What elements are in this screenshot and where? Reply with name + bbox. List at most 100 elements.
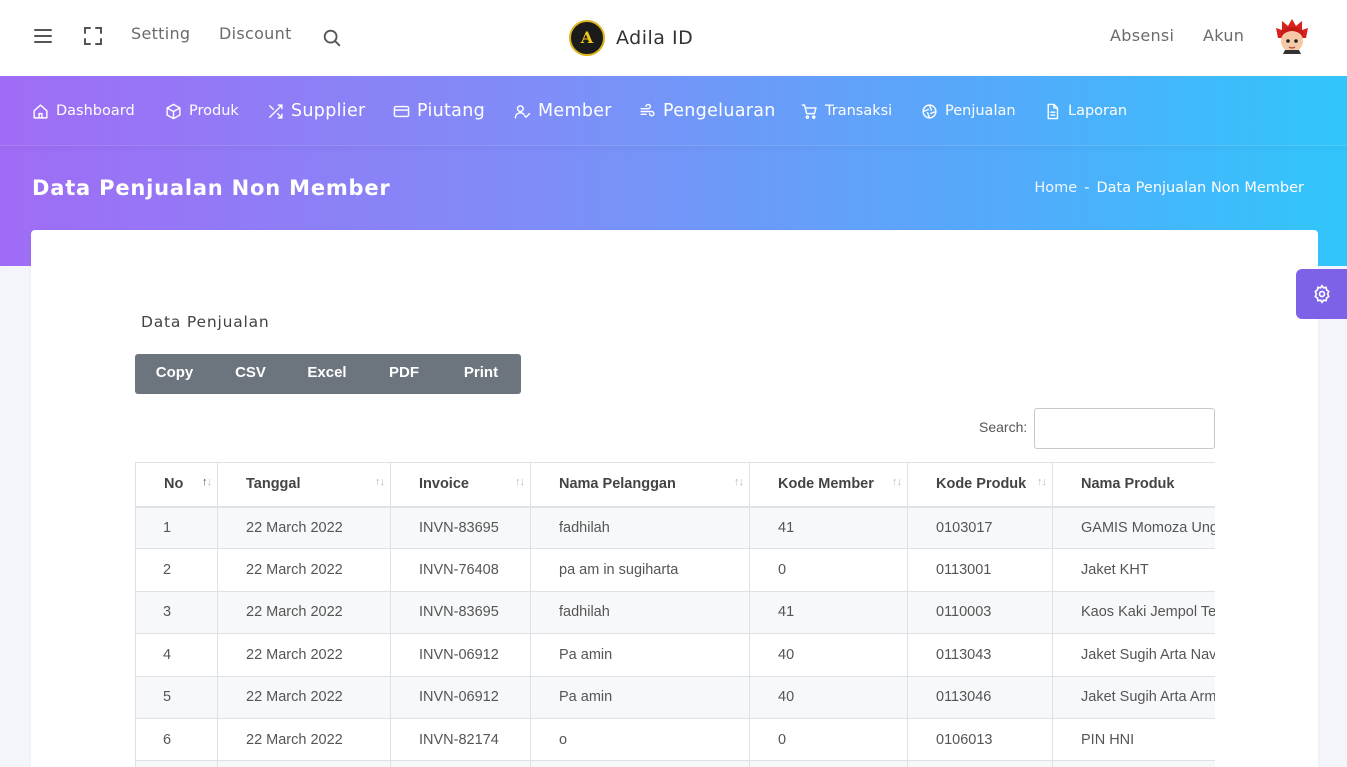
cell-nama-produk: Jaket KHT [1052,548,1215,592]
cell-invoice: INVN-83695 [390,505,531,550]
menu-icon[interactable] [31,24,55,48]
sort-icon: ↑↓ [734,476,744,488]
main-navbar: Dashboard Produk Supplier Piutang Member… [0,76,1347,146]
akun-link[interactable]: Akun [1203,26,1244,45]
breadcrumb-separator: - [1084,180,1090,196]
copy-button[interactable]: Copy [135,354,214,394]
cell-nama-pelanggan: Pa amin [530,633,750,677]
cell-nama-pelanggan: pa am in sugiharta [530,548,750,592]
absensi-link[interactable]: Absensi [1110,26,1174,45]
home-icon [33,103,48,119]
cell-invoice: INVN-76408 [390,548,531,592]
nav-piutang-label: Piutang [417,101,486,121]
print-button[interactable]: Print [441,354,521,394]
cell-nama-pelanggan [530,760,750,767]
col-header-kode-produk-label: Kode Produk [936,476,1027,493]
nav-transaksi-label: Transaksi [825,103,893,119]
nav-transaksi[interactable]: Transaksi [801,99,892,123]
cell-kode-member: 41 [749,505,908,550]
col-header-no-label: No [164,476,184,493]
table-row: 1 22 March 2022 INVN-83695 fadhilah 41 0… [135,505,1215,550]
search-label: Search: [979,419,1028,435]
settings-button[interactable] [1296,269,1347,319]
breadcrumb-home[interactable]: Home [1034,180,1077,196]
pdf-button[interactable]: PDF [367,354,441,394]
gear-icon [1313,284,1330,304]
col-header-invoice-label: Invoice [419,476,469,493]
table-row: 2 22 March 2022 INVN-76408 pa am in sugi… [135,548,1215,592]
sort-asc-icon: ↑↓ [202,476,212,488]
col-header-nama-pelanggan[interactable]: Nama Pelanggan ↑↓ [530,462,750,508]
cell-kode-member: 41 [749,590,908,635]
discount-link[interactable]: Discount [219,24,292,43]
cell-kode-produk: 0106013 [907,717,1053,762]
nav-piutang[interactable]: Piutang [393,99,485,123]
col-header-kode-member[interactable]: Kode Member ↑↓ [749,462,908,508]
sales-table: No ↑↓ Tanggal ↑↓ Invoice ↑↓ Nama Pelanggan ↑… [135,462,1215,767]
sort-icon: ↑↓ [375,476,385,488]
csv-button[interactable]: CSV [214,354,287,394]
cell-kode-produk [907,760,1053,767]
nav-dashboard-label: Dashboard [56,103,135,119]
nav-supplier[interactable]: Supplier [267,99,366,123]
col-header-nama-produk[interactable]: Nama Produk [1052,462,1215,508]
table-row [135,760,1215,767]
col-header-tanggal-label: Tanggal [246,476,301,493]
cell-kode-member: 0 [749,717,908,762]
top-bar: Setting Discount Adila ID Absensi Akun [0,0,1347,76]
col-header-invoice[interactable]: Invoice ↑↓ [390,462,531,508]
user-check-icon [514,104,531,119]
brand[interactable]: Adila ID [569,20,693,56]
nav-penjualan[interactable]: Penjualan [921,99,1016,123]
nav-pengeluaran[interactable]: Pengeluaran [639,99,776,123]
cell-no: 3 [135,590,218,635]
cell-kode-produk: 0113046 [907,675,1053,719]
col-header-tanggal[interactable]: Tanggal ↑↓ [217,462,391,508]
setting-link[interactable]: Setting [131,24,190,43]
cell-nama-produk: GAMIS Momoza Ungu [1052,505,1215,550]
nav-dashboard[interactable]: Dashboard [32,99,135,123]
cell-invoice: INVN-06912 [390,675,531,719]
col-header-no[interactable]: No ↑↓ [135,462,218,508]
avatar[interactable] [1274,18,1310,56]
table-row: 4 22 March 2022 INVN-06912 Pa amin 40 01… [135,633,1215,677]
search-input[interactable] [1034,408,1215,449]
cart-icon [801,103,817,119]
cell-kode-produk: 0103017 [907,505,1053,550]
cell-kode-member: 40 [749,633,908,677]
table-row: 5 22 March 2022 INVN-06912 Pa amin 40 01… [135,675,1215,719]
shuffle-icon [269,103,283,119]
cell-nama-produk: Jaket Sugih Arta Army [1052,675,1215,719]
cell-tanggal [217,760,391,767]
cell-no: 2 [135,548,218,592]
search-icon[interactable] [321,27,345,51]
nav-laporan[interactable]: Laporan [1044,99,1127,123]
table-header-row: No ↑↓ Tanggal ↑↓ Invoice ↑↓ Nama Pelanggan ↑… [135,462,1215,508]
cell-invoice: INVN-83695 [390,590,531,635]
cell-no: 5 [135,675,218,719]
excel-button[interactable]: Excel [287,354,367,394]
nav-produk[interactable]: Produk [165,99,239,123]
cell-kode-member: 0 [749,548,908,592]
breadcrumb: Home - Data Penjualan Non Member [1034,180,1304,196]
sort-icon: ↑↓ [1037,476,1047,488]
cell-tanggal: 22 March 2022 [217,675,391,719]
cell-no: 1 [135,505,218,550]
nav-produk-label: Produk [189,103,239,119]
aperture-icon [922,103,937,119]
sort-icon: ↑↓ [515,476,525,488]
nav-member[interactable]: Member [514,99,612,123]
cell-nama-pelanggan: fadhilah [530,505,750,550]
nav-laporan-label: Laporan [1068,103,1128,119]
cell-kode-produk: 0113001 [907,548,1053,592]
cell-tanggal: 22 March 2022 [217,633,391,677]
cell-nama-pelanggan: fadhilah [530,590,750,635]
cell-nama-pelanggan: o [530,717,750,762]
cell-invoice: INVN-82174 [390,717,531,762]
fullscreen-icon[interactable] [81,24,105,48]
col-header-nama-pelanggan-label: Nama Pelanggan [559,476,676,493]
cell-tanggal: 22 March 2022 [217,717,391,762]
card-title: Data Penjualan [141,313,270,331]
col-header-kode-produk[interactable]: Kode Produk ↑↓ [907,462,1053,508]
cell-tanggal: 22 March 2022 [217,590,391,635]
